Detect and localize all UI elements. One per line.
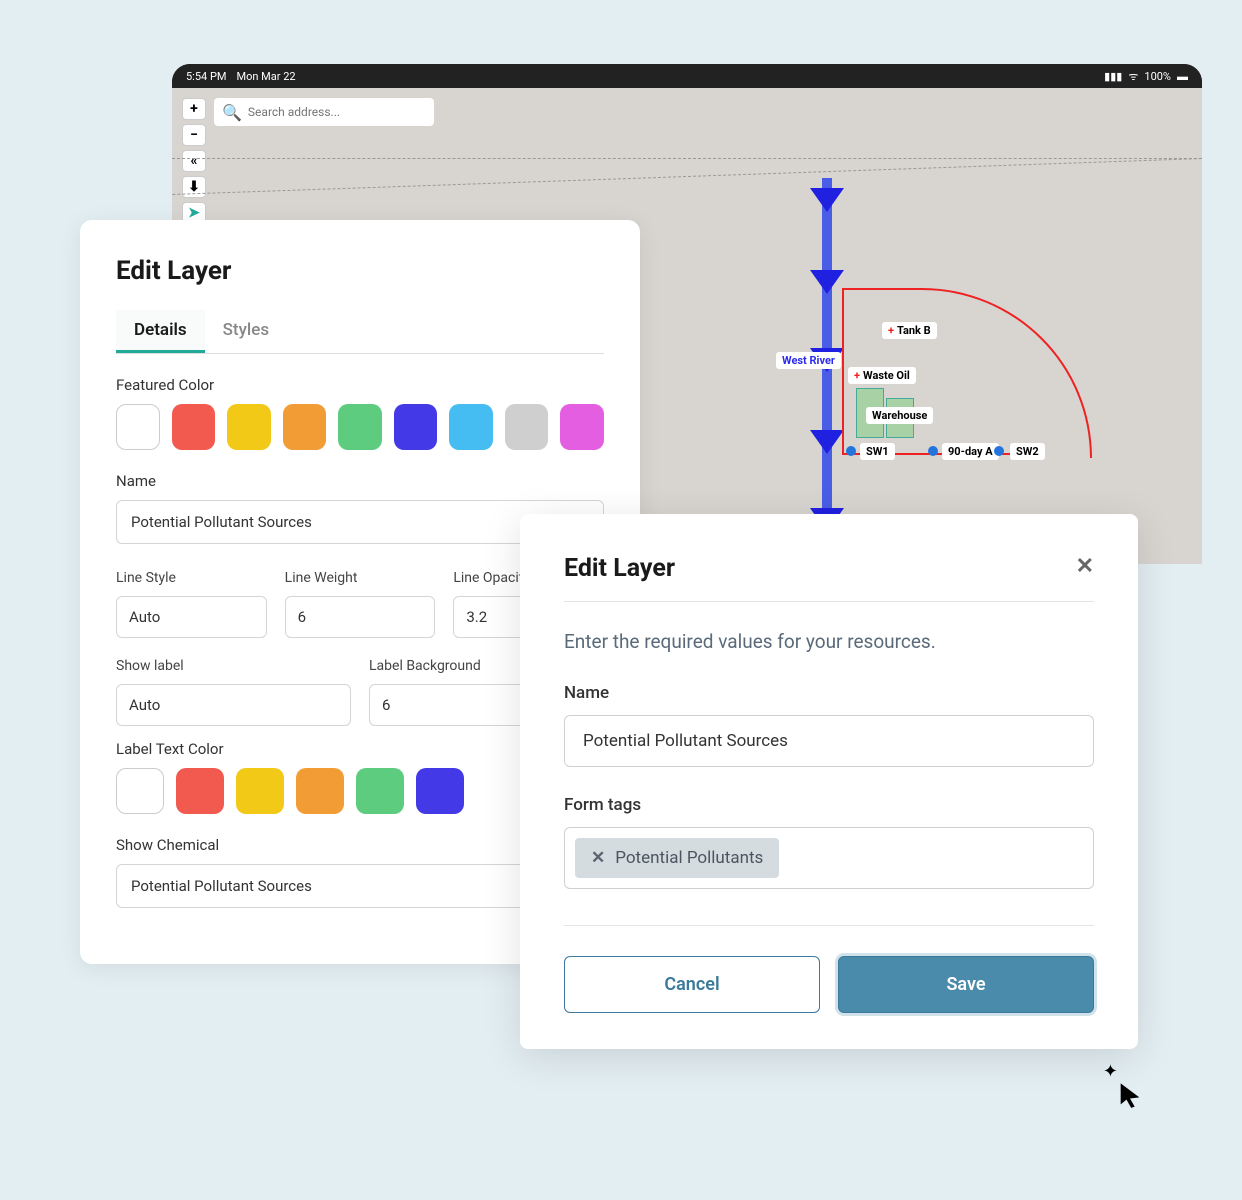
line-style-label: Line Style bbox=[116, 570, 267, 586]
click-burst-icon bbox=[1103, 1061, 1118, 1082]
lswatch-white[interactable] bbox=[116, 768, 164, 814]
swatch-yellow[interactable] bbox=[227, 404, 271, 450]
battery-icon: ▬ bbox=[1177, 70, 1188, 83]
lswatch-orange[interactable] bbox=[296, 768, 344, 814]
modal-subtitle: Enter the required values for your resou… bbox=[564, 630, 1094, 653]
status-date: Mon Mar 22 bbox=[236, 70, 295, 83]
swatch-red[interactable] bbox=[172, 404, 216, 450]
modal-title: Edit Layer bbox=[564, 554, 675, 583]
tabs: Details Styles bbox=[116, 310, 604, 354]
map-label-sw1: SW1 bbox=[860, 443, 895, 460]
panel-title: Edit Layer bbox=[116, 256, 604, 286]
line-style-select[interactable]: Auto bbox=[116, 596, 267, 638]
battery-pct: 100% bbox=[1144, 70, 1171, 83]
tag-chip: ✕ Potential Pollutants bbox=[575, 838, 779, 878]
swatch-pink[interactable] bbox=[560, 404, 604, 450]
map-label-waste-oil: +Waste Oil bbox=[848, 367, 916, 384]
tab-details[interactable]: Details bbox=[116, 310, 205, 353]
lswatch-yellow[interactable] bbox=[236, 768, 284, 814]
show-label-select[interactable]: Auto bbox=[116, 684, 351, 726]
swatch-orange[interactable] bbox=[283, 404, 327, 450]
swatch-gray[interactable] bbox=[505, 404, 549, 450]
featured-color-label: Featured Color bbox=[116, 376, 604, 394]
tab-styles[interactable]: Styles bbox=[205, 310, 287, 353]
lswatch-blue[interactable] bbox=[416, 768, 464, 814]
map-label-west-river: West River bbox=[776, 352, 841, 369]
wifi-icon: ᯤ bbox=[1128, 69, 1138, 84]
close-button[interactable]: ✕ bbox=[1076, 554, 1094, 579]
map-label-tank-b: +Tank B bbox=[882, 322, 937, 339]
tag-remove-icon[interactable]: ✕ bbox=[591, 848, 605, 868]
lswatch-green[interactable] bbox=[356, 768, 404, 814]
status-time: 5:54 PM bbox=[186, 70, 226, 83]
map-label-90day: 90-day A bbox=[942, 443, 999, 460]
formtags-input[interactable]: ✕ Potential Pollutants bbox=[564, 827, 1094, 889]
swatch-green[interactable] bbox=[338, 404, 382, 450]
tag-text: Potential Pollutants bbox=[615, 848, 763, 868]
cursor-icon bbox=[1116, 1081, 1144, 1116]
show-label-label: Show label bbox=[116, 658, 351, 674]
name-label: Name bbox=[116, 472, 604, 490]
swatch-white[interactable] bbox=[116, 404, 160, 450]
modal-name-label: Name bbox=[564, 683, 1094, 703]
cancel-button[interactable]: Cancel bbox=[564, 956, 820, 1013]
featured-color-swatches bbox=[116, 404, 604, 450]
map-label-sw2: SW2 bbox=[1010, 443, 1045, 460]
swatch-blue[interactable] bbox=[394, 404, 438, 450]
save-button[interactable]: Save bbox=[838, 956, 1094, 1013]
line-weight-label: Line Weight bbox=[285, 570, 436, 586]
signal-icon: ▮▮▮ bbox=[1104, 70, 1122, 83]
map-label-warehouse: Warehouse bbox=[866, 407, 933, 424]
formtags-label: Form tags bbox=[564, 795, 1094, 815]
statusbar: 5:54 PM Mon Mar 22 ▮▮▮ ᯤ 100% ▬ bbox=[172, 64, 1202, 88]
lswatch-red[interactable] bbox=[176, 768, 224, 814]
edit-layer-modal: Edit Layer ✕ Enter the required values f… bbox=[520, 514, 1138, 1049]
line-weight-select[interactable]: 6 bbox=[285, 596, 436, 638]
swatch-lightblue[interactable] bbox=[449, 404, 493, 450]
modal-name-input[interactable] bbox=[564, 715, 1094, 767]
